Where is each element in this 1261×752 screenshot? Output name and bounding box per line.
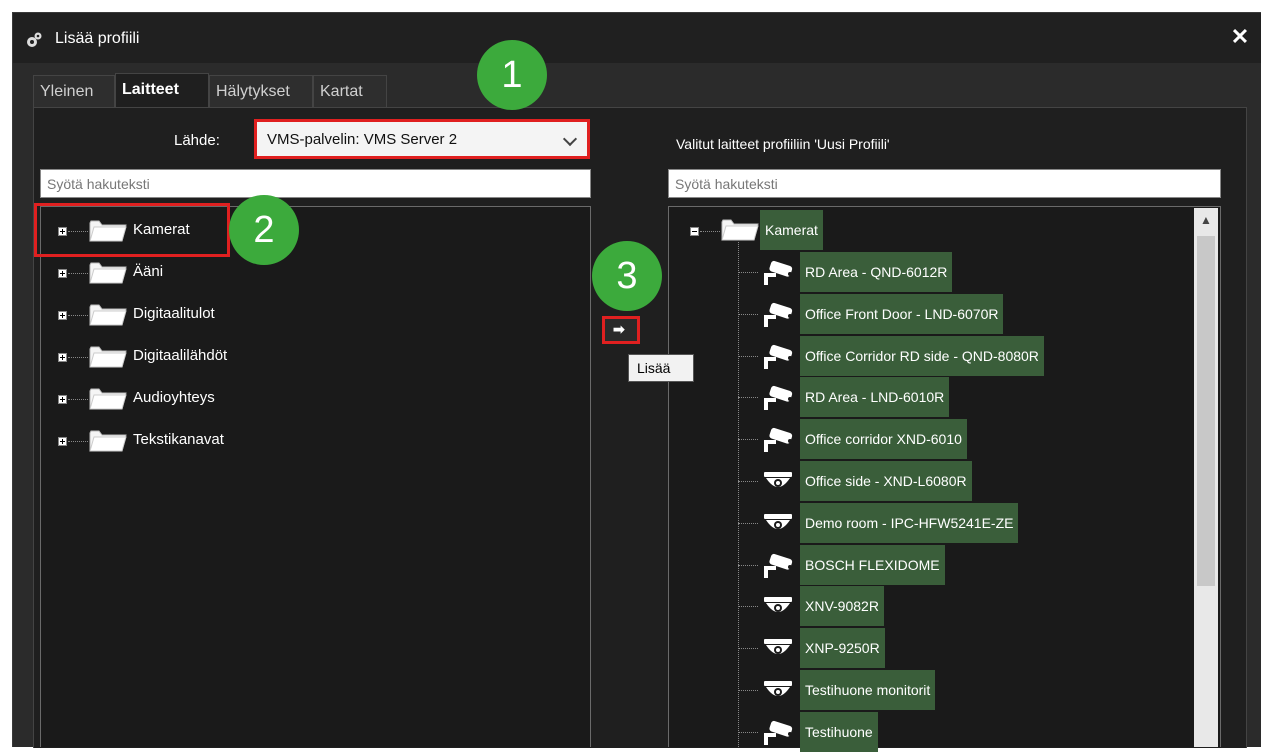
selected-camera-item[interactable]: XNP-9250R (800, 628, 885, 669)
bullet-camera-icon (760, 717, 796, 747)
tree-node-label: Tekstikanavat (133, 431, 224, 448)
bullet-camera-icon (760, 299, 796, 329)
folder-icon (89, 346, 127, 368)
expand-icon[interactable] (58, 311, 67, 320)
title-bar: Lisää profiili ✕ (13, 13, 1261, 63)
folder-icon (89, 430, 127, 452)
selected-camera-item[interactable]: XNV-9082R (800, 586, 884, 627)
source-dropdown-value: VMS-palvelin: VMS Server 2 (267, 131, 458, 148)
selected-camera-item[interactable]: Office corridor XND-6010 (800, 419, 967, 460)
selected-camera-item[interactable]: Office Front Door - LND-6070R (800, 293, 1004, 334)
right-search-input[interactable]: Syötä hakuteksti (668, 169, 1221, 198)
step-badge-1: 1 (477, 40, 547, 110)
folder-icon (89, 388, 127, 410)
dome-camera-icon (760, 675, 796, 705)
folder-icon (89, 304, 127, 326)
bullet-camera-icon (760, 382, 796, 412)
selected-camera-item[interactable]: Office side - XND-L6080R (800, 461, 972, 501)
selected-camera-item[interactable]: RD Area - QND-6012R (800, 252, 953, 292)
selected-camera-item[interactable]: Demo room - IPC-HFW5241E-ZE (800, 502, 1019, 543)
scroll-thumb[interactable] (1197, 236, 1215, 586)
kamerat-highlight-box (34, 203, 230, 257)
bullet-camera-icon (760, 550, 796, 580)
expand-icon[interactable] (58, 353, 67, 362)
arrow-right-icon: ➡ (613, 321, 625, 337)
bullet-camera-icon (760, 257, 796, 287)
add-tooltip: Lisää (628, 354, 694, 382)
selected-camera-item[interactable]: Testihuone (800, 711, 878, 752)
tree-node-label: Ääni (133, 263, 164, 280)
dome-camera-icon (760, 508, 796, 538)
bullet-camera-icon (760, 424, 796, 454)
close-button[interactable]: ✕ (1227, 24, 1253, 50)
selected-root-kamerat[interactable]: Kamerat (760, 210, 823, 250)
bullet-camera-icon (760, 341, 796, 371)
dome-camera-icon (760, 591, 796, 621)
source-dropdown[interactable]: VMS-palvelin: VMS Server 2 (254, 119, 590, 159)
tab-laitteet[interactable]: Laitteet (115, 73, 209, 107)
tab-kartat[interactable]: Kartat (313, 75, 387, 107)
dome-camera-icon (760, 633, 796, 663)
step-badge-3: 3 (592, 241, 662, 311)
add-device-button[interactable]: ➡ (602, 316, 640, 344)
expand-icon[interactable] (58, 395, 67, 404)
selected-camera-item[interactable]: Office Corridor RD side - QND-8080R (800, 335, 1044, 376)
expand-icon[interactable] (58, 437, 67, 446)
selected-devices-title: Valitut laitteet profiiliin 'Uusi Profii… (676, 136, 890, 152)
expand-icon[interactable] (58, 269, 67, 278)
selected-camera-item[interactable]: BOSCH FLEXIDOME (800, 544, 945, 585)
tree-node-label: Digitaalilähdöt (133, 347, 228, 364)
tree-node-label: Audioyhteys (133, 389, 215, 406)
tab-yleinen[interactable]: Yleinen (33, 75, 115, 107)
step-badge-2: 2 (229, 195, 299, 265)
folder-icon (721, 219, 759, 241)
selected-camera-item[interactable]: Testihuone monitorit (800, 670, 936, 710)
tree-node-label: Digitaalitulot (133, 305, 215, 322)
chevron-down-icon (562, 131, 578, 147)
dome-camera-icon (760, 466, 796, 496)
available-devices-tree[interactable] (40, 206, 591, 747)
settings-gears-icon (27, 32, 42, 47)
source-label: Lähde: (174, 132, 220, 149)
right-tree-scrollbar[interactable]: ▲ (1194, 208, 1218, 747)
collapse-icon[interactable] (690, 227, 699, 236)
dialog-title: Lisää profiili (55, 30, 140, 47)
tab-halytykset[interactable]: Hälytykset (209, 75, 313, 107)
folder-icon (89, 262, 127, 284)
left-search-input[interactable]: Syötä hakuteksti (40, 169, 591, 198)
selected-camera-item[interactable]: RD Area - LND-6010R (800, 377, 950, 418)
scroll-up-arrow-icon[interactable]: ▲ (1194, 208, 1218, 232)
